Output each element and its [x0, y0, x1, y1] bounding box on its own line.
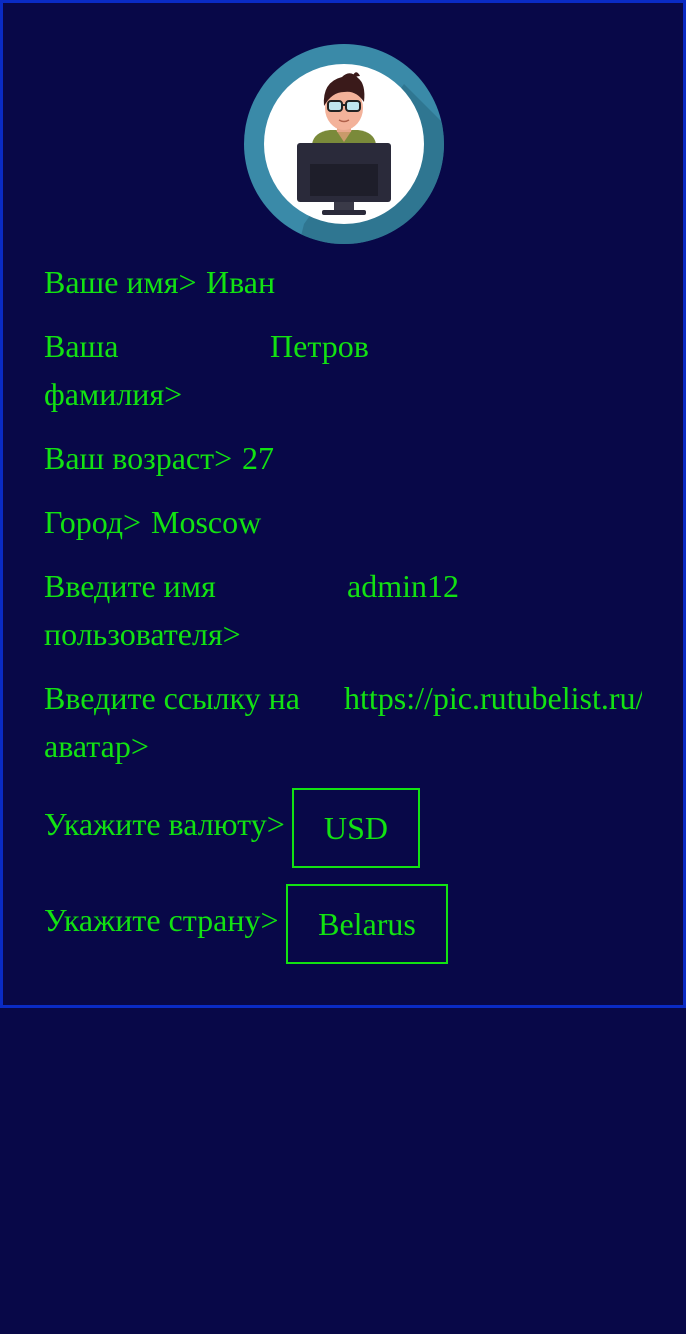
country-select[interactable]: Belarus [286, 884, 448, 964]
age-row: Ваш возраст> 27 [44, 434, 644, 482]
avatar-url-row: Введите ссылку на аватар> https://pic.ru… [44, 674, 644, 770]
avatar-url-label-line2: аватар> [44, 728, 149, 764]
country-label: Укажите страну> [44, 902, 279, 938]
last-name-value[interactable]: Петров [270, 322, 369, 370]
first-name-label: Ваше имя> [44, 264, 197, 300]
profile-panel: Ваше имя> Иван Ваша фамилия> Петров Ваш … [0, 0, 686, 1008]
last-name-row: Ваша фамилия> Петров [44, 322, 644, 418]
city-row: Город> Moscow [44, 498, 644, 546]
username-label-line1: Введите имя [44, 568, 216, 604]
city-value[interactable]: Moscow [151, 498, 261, 546]
age-value[interactable]: 27 [242, 434, 274, 482]
username-label-line2: пользователя> [44, 616, 241, 652]
last-name-label-line1: Ваша [44, 328, 119, 364]
city-label: Город> [44, 504, 142, 540]
first-name-value[interactable]: Иван [206, 258, 275, 306]
age-label: Ваш возраст> [44, 440, 233, 476]
username-value[interactable]: admin12 [347, 562, 459, 610]
avatar-url-value[interactable]: https://pic.rutubelist.ru/ [344, 674, 642, 722]
currency-label: Укажите валюту> [44, 806, 285, 842]
first-name-row: Ваше имя> Иван [44, 258, 644, 306]
avatar-url-label-line1: Введите ссылку на [44, 680, 300, 716]
username-row: Введите имя пользователя> admin12 [44, 562, 644, 658]
last-name-label-line2: фамилия> [44, 376, 183, 412]
programmer-avatar-icon [244, 44, 444, 244]
currency-select[interactable]: USD [292, 788, 420, 868]
avatar [244, 44, 444, 244]
